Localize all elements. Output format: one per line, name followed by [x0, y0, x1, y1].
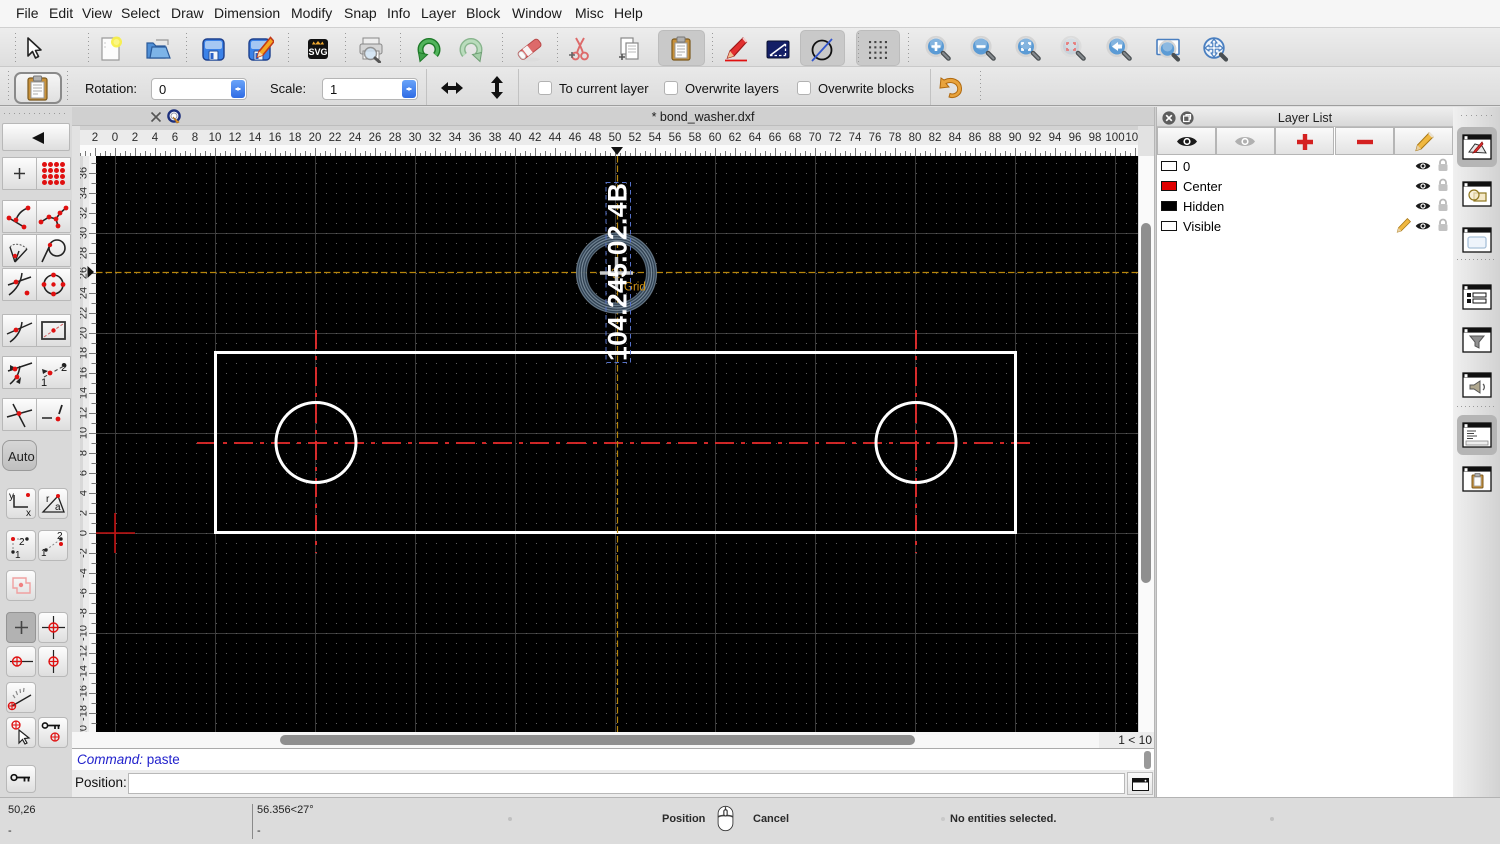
svg-text:62: 62: [729, 132, 742, 144]
svg-text:64: 64: [749, 132, 762, 144]
svg-text:74: 74: [849, 132, 862, 144]
svg-text:30: 30: [80, 227, 90, 239]
svg-text:30: 30: [409, 132, 422, 144]
svg-text:10: 10: [209, 132, 222, 144]
svg-text:32: 32: [80, 207, 90, 219]
svg-text:26: 26: [369, 132, 382, 144]
svg-text:2: 2: [92, 132, 98, 144]
svg-text:88: 88: [989, 132, 1002, 144]
svg-text:0: 0: [80, 530, 90, 536]
svg-text:14: 14: [249, 132, 262, 144]
svg-text:y: y: [9, 491, 14, 502]
svg-text:58: 58: [689, 132, 702, 144]
svg-text:32: 32: [429, 132, 442, 144]
svg-text:-12: -12: [80, 645, 90, 661]
svg-text:78: 78: [889, 132, 902, 144]
svg-text:8: 8: [192, 132, 198, 144]
svg-text:24: 24: [80, 287, 90, 299]
svg-text:28: 28: [389, 132, 402, 144]
svg-text:102: 102: [1125, 132, 1138, 144]
svg-text:8: 8: [80, 450, 90, 456]
svg-text:1: 1: [15, 550, 21, 560]
svg-text:x: x: [26, 508, 31, 518]
svg-text:-16: -16: [80, 685, 90, 701]
svg-text:48: 48: [589, 132, 602, 144]
svg-text:98: 98: [1089, 132, 1102, 144]
svg-text:2: 2: [132, 132, 138, 144]
svg-text:38: 38: [489, 132, 502, 144]
svg-text:46: 46: [569, 132, 582, 144]
svg-text:-6: -6: [80, 588, 90, 598]
svg-text:4: 4: [152, 132, 159, 144]
svg-text:6: 6: [172, 132, 178, 144]
svg-text:100: 100: [1105, 132, 1124, 144]
svg-text:94: 94: [1049, 132, 1062, 144]
svg-text:96: 96: [1069, 132, 1082, 144]
svg-text:66: 66: [769, 132, 782, 144]
svg-text:82: 82: [929, 132, 942, 144]
svg-text:68: 68: [789, 132, 802, 144]
svg-text:34: 34: [80, 187, 90, 199]
svg-text:12: 12: [80, 407, 90, 419]
svg-text:r: r: [46, 494, 50, 505]
svg-text:-2: -2: [80, 548, 90, 558]
svg-text:54: 54: [649, 132, 662, 144]
svg-text:22: 22: [80, 307, 90, 319]
svg-text:-8: -8: [80, 608, 90, 618]
svg-text:42: 42: [529, 132, 542, 144]
svg-text:0: 0: [112, 132, 118, 144]
svg-text:70: 70: [809, 132, 822, 144]
svg-text:10: 10: [80, 427, 90, 439]
svg-text:90: 90: [1009, 132, 1022, 144]
svg-text:56: 56: [669, 132, 682, 144]
svg-text:34: 34: [449, 132, 462, 144]
svg-text:-20: -20: [80, 725, 90, 732]
svg-text:1: 1: [41, 377, 47, 388]
svg-text:44: 44: [549, 132, 562, 144]
svg-text:86: 86: [969, 132, 982, 144]
svg-text:20: 20: [80, 327, 90, 339]
svg-text:72: 72: [829, 132, 842, 144]
svg-text:84: 84: [949, 132, 962, 144]
svg-text:16: 16: [269, 132, 282, 144]
svg-text:36: 36: [80, 167, 90, 179]
svg-text:14: 14: [80, 387, 90, 399]
svg-text:28: 28: [80, 247, 90, 259]
svg-text:2: 2: [19, 537, 25, 548]
svg-text:20: 20: [309, 132, 322, 144]
svg-text:18: 18: [80, 347, 90, 359]
svg-text:a: a: [55, 502, 61, 513]
svg-text:-14: -14: [80, 665, 90, 681]
svg-text:12: 12: [229, 132, 242, 144]
svg-text:-18: -18: [80, 705, 90, 721]
svg-text:60: 60: [709, 132, 722, 144]
svg-text:SVG: SVG: [308, 47, 327, 57]
svg-text:16: 16: [80, 367, 90, 379]
svg-text:52: 52: [629, 132, 642, 144]
svg-text:24: 24: [349, 132, 362, 144]
svg-text:-10: -10: [80, 625, 90, 641]
svg-text:104.245.02.4B: 104.245.02.4B: [603, 183, 633, 361]
svg-text:36: 36: [469, 132, 482, 144]
svg-text:50: 50: [609, 132, 622, 144]
svg-text:76: 76: [869, 132, 882, 144]
svg-text:2: 2: [80, 510, 90, 516]
svg-text:40: 40: [509, 132, 522, 144]
svg-text:4: 4: [80, 490, 90, 496]
svg-text:-4: -4: [80, 568, 90, 578]
svg-text:22: 22: [329, 132, 342, 144]
svg-text:92: 92: [1029, 132, 1042, 144]
svg-text:80: 80: [909, 132, 922, 144]
svg-text:18: 18: [289, 132, 302, 144]
svg-text:6: 6: [80, 470, 90, 476]
